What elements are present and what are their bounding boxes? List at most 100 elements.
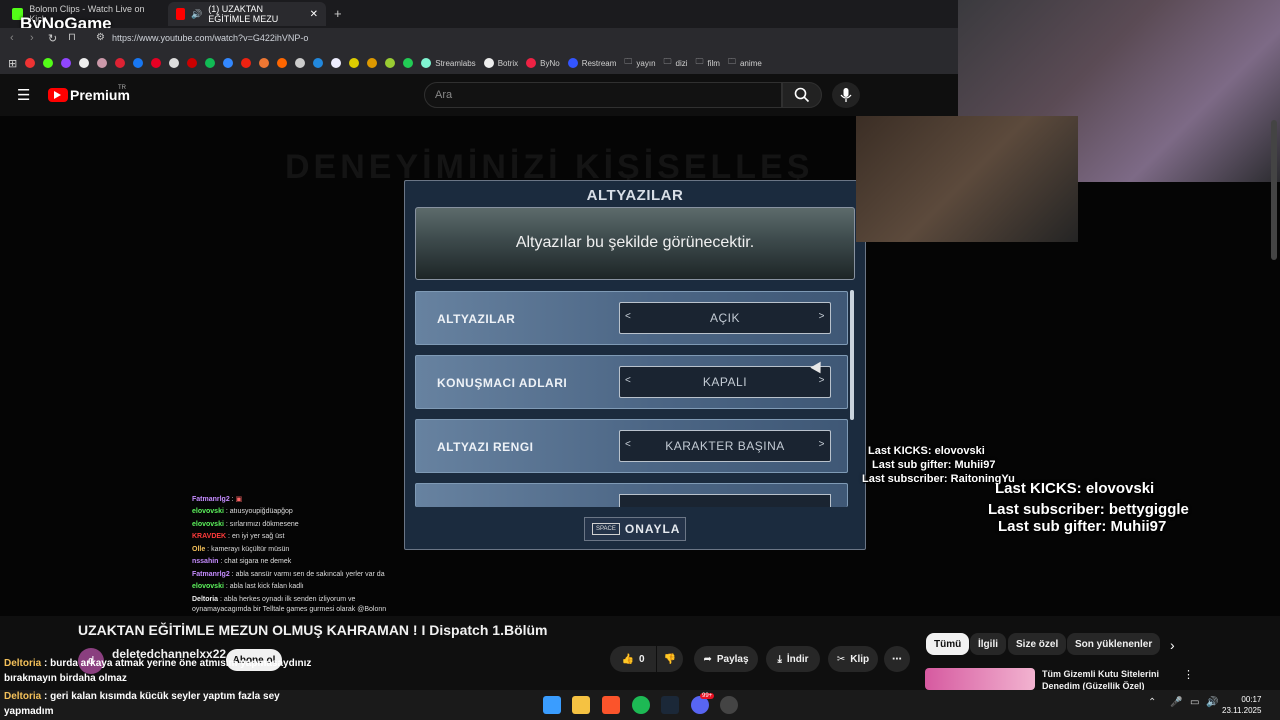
confirm-button[interactable]: SPACE ONAYLA	[584, 517, 686, 541]
chevron-left-icon[interactable]: <	[625, 311, 631, 322]
chip-related[interactable]: İlgili	[970, 633, 1006, 655]
close-icon[interactable]: ✕	[310, 9, 318, 20]
back-icon[interactable]: ‹	[10, 32, 14, 44]
more-actions-button[interactable]: ⋯	[884, 646, 910, 672]
windows-start-icon[interactable]	[543, 696, 561, 714]
tab-youtube[interactable]: 🔊 (1) UZAKTAN EĞİTİMLE MEZU ✕	[168, 2, 326, 26]
clip-button[interactable]: ✂ Klip	[828, 646, 878, 672]
chip-recent[interactable]: Son yüklenenler	[1067, 633, 1161, 655]
bookmark-botrix[interactable]: Botrix	[483, 58, 518, 68]
bookmark-icon[interactable]	[259, 58, 270, 68]
bookmark-icon[interactable]	[43, 58, 54, 68]
clip-label: Klip	[850, 653, 870, 665]
bookmark-icon[interactable]	[133, 58, 144, 68]
bookmark-icon[interactable]	[313, 58, 324, 68]
obs-icon[interactable]	[720, 696, 738, 714]
bookmark-icon[interactable]	[187, 58, 198, 68]
taskbar-clock[interactable]: 00:17 23.11.2025	[1222, 694, 1261, 716]
apps-grid-icon[interactable]: ⊞	[8, 57, 17, 70]
bookmark-icon[interactable]	[367, 58, 378, 68]
more-vert-icon[interactable]: ⋮	[1183, 668, 1194, 681]
subtitle-preview-text: Altyazılar bu şekilde görünecektir.	[515, 234, 755, 251]
bookmark-folder-anime[interactable]: 🗀 anime	[728, 56, 762, 70]
bookmark-icon[interactable]	[295, 58, 306, 68]
bookmark-folder-yayin[interactable]: 🗀 yayın	[624, 56, 655, 70]
download-button[interactable]: ⤓ İndir	[766, 646, 820, 672]
volume-icon[interactable]: 🔊	[1206, 697, 1218, 708]
menu-icon[interactable]: ☰	[17, 86, 30, 104]
bookmark-icon[interactable]	[385, 58, 396, 68]
speaker-names-selector[interactable]: < KAPALI >	[619, 366, 831, 398]
bottom-chat-line: Deltoria : burda arkaya atmak yerine öne…	[4, 658, 312, 684]
speaker-icon: 🔊	[190, 8, 203, 19]
subtitles-selector[interactable]: < AÇIK >	[619, 302, 831, 334]
forward-icon[interactable]: ›	[30, 32, 34, 44]
bookmark-folder-film[interactable]: 🗀 film	[696, 56, 720, 70]
bookmark-folder-dizi[interactable]: 🗀 dizi	[664, 56, 688, 70]
bookmark-icon[interactable]	[223, 58, 234, 68]
bookmark-icon[interactable]	[151, 58, 162, 68]
dislike-button[interactable]: 👎	[657, 646, 683, 672]
recommended-thumbnail[interactable]	[925, 668, 1035, 690]
chevron-left-icon[interactable]: <	[625, 375, 631, 386]
chevron-right-icon[interactable]: >	[819, 439, 825, 450]
recommended-title[interactable]: Tüm Gizemli Kutu Sitelerini Denedim (Güz…	[1042, 668, 1172, 690]
bookmark-icon[interactable]	[277, 58, 288, 68]
search-input[interactable]: Ara	[424, 82, 782, 108]
network-icon[interactable]: ▭	[1190, 697, 1199, 708]
bookmark-byno[interactable]: ByNo	[526, 58, 560, 68]
bookmark-icon[interactable]	[97, 58, 108, 68]
bookmark-icon[interactable]	[241, 58, 252, 68]
microphone-icon	[840, 88, 852, 102]
chat-message: abla last kick falan kadlı	[229, 583, 304, 590]
url-field[interactable]: https://www.youtube.com/watch?v=G422ihVN…	[112, 33, 308, 43]
chevron-right-icon[interactable]: >	[819, 375, 825, 386]
chevron-left-icon[interactable]: <	[625, 439, 631, 450]
chat-user: nssahin	[192, 558, 219, 565]
bookmark-icon[interactable]	[205, 58, 216, 68]
chip-all[interactable]: Tümü	[926, 633, 970, 655]
reload-icon[interactable]: ↻	[48, 32, 57, 45]
chevron-right-icon[interactable]: ›	[1170, 637, 1175, 653]
bookmark-icon[interactable]	[169, 58, 180, 68]
new-tab-button[interactable]: +	[334, 6, 342, 21]
partial-selector	[619, 494, 831, 507]
file-explorer-icon[interactable]	[572, 696, 590, 714]
like-button[interactable]: 👍 0	[610, 646, 656, 672]
last-subscriber-large: Last subscriber: bettygiggle	[988, 501, 1189, 518]
chat-user: elovovski	[192, 583, 224, 590]
voice-search-button[interactable]	[832, 82, 860, 108]
bookmark-streamlabs[interactable]: Streamlabs	[421, 58, 476, 68]
bookmark-icon[interactable]	[79, 58, 90, 68]
site-info-icon[interactable]: ⚙	[96, 32, 105, 43]
share-icon: ➦	[703, 653, 712, 665]
spotify-icon[interactable]	[632, 696, 650, 714]
bookmark-icon[interactable]	[349, 58, 360, 68]
bookmark-icon[interactable]	[61, 58, 72, 68]
steam-icon[interactable]	[661, 696, 679, 714]
last-sub-gifter-small: Last sub gifter: Muhii97	[872, 459, 996, 471]
brave-browser-icon[interactable]	[602, 696, 620, 714]
chevron-right-icon[interactable]: >	[819, 311, 825, 322]
chat-line: nssahin : chat sigara ne demek	[192, 558, 292, 565]
folder-icon: 🗀	[695, 57, 704, 66]
emote-icon: ▣	[235, 496, 243, 503]
page-scrollbar[interactable]	[1271, 120, 1277, 260]
bookmark-icon[interactable]	[115, 58, 126, 68]
bookmark-icon[interactable]: ⊓	[68, 32, 76, 43]
download-label: İndir	[786, 653, 809, 665]
bookmark-icon[interactable]	[403, 58, 414, 68]
microphone-icon[interactable]: 🎤	[1170, 697, 1182, 708]
streamlabs-icon	[421, 58, 432, 68]
bookmark-icon[interactable]	[331, 58, 342, 68]
settings-scrollbar[interactable]	[850, 290, 854, 420]
chat-user: Olle	[192, 546, 206, 553]
bookmark-restream[interactable]: Restream	[567, 58, 616, 68]
chevron-up-icon[interactable]: ⌃	[1148, 697, 1156, 708]
subtitle-color-selector[interactable]: < KARAKTER BAŞINA >	[619, 430, 831, 462]
search-button[interactable]	[782, 82, 822, 108]
bookmark-icon[interactable]	[25, 58, 36, 68]
byno-icon	[526, 58, 537, 68]
share-button[interactable]: ➦ Paylaş	[694, 646, 758, 672]
chip-for-you[interactable]: Size özel	[1008, 633, 1067, 655]
